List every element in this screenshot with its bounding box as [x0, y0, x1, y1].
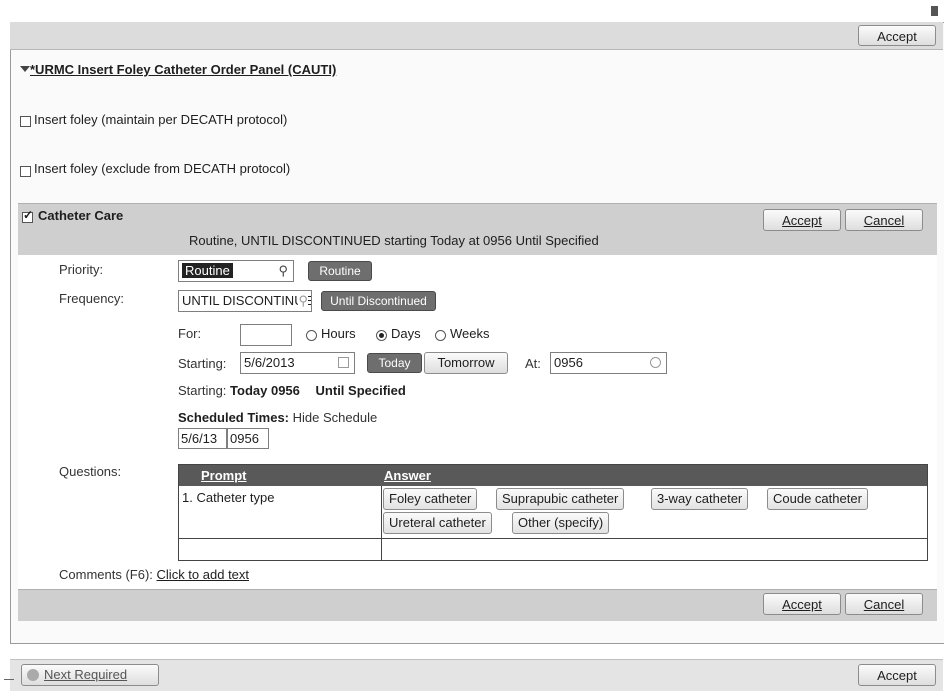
duration-input[interactable]	[240, 324, 292, 346]
starting-label: Starting:	[178, 356, 227, 371]
order-cancel-button[interactable]: Cancel	[845, 209, 923, 231]
bottom-left-tick	[4, 679, 14, 680]
starting-date-value: 5/6/2013	[244, 355, 295, 370]
schedule-time-cell: 0956	[227, 428, 269, 449]
add-comment-link[interactable]: Click to add text	[157, 567, 250, 582]
column-divider	[381, 486, 382, 561]
panel-title[interactable]: *URMC Insert Foley Catheter Order Panel …	[30, 62, 336, 77]
search-icon[interactable]: ⚲	[278, 261, 288, 281]
insert-foley-maintain-checkbox[interactable]	[20, 116, 31, 127]
answer-header: Answer	[384, 468, 431, 483]
starting-summary: Starting: Today 0956 Until Specified	[178, 383, 406, 398]
insert-foley-exclude-label: Insert foley (exclude from DECATH protoc…	[34, 161, 291, 176]
catheter-care-checkbox[interactable]: ✓	[22, 208, 33, 223]
collapse-triangle-icon[interactable]	[20, 66, 30, 72]
order-accept-button[interactable]: Accept	[763, 209, 841, 231]
row-divider	[179, 538, 927, 539]
scheduled-times-label: Scheduled Times:	[178, 410, 290, 425]
next-required-label: Next Required	[44, 667, 128, 682]
arrow-circle-icon	[27, 669, 39, 681]
hours-radio[interactable]	[306, 330, 317, 341]
starting-summary-value: Today 0956	[230, 383, 300, 398]
hide-schedule-link[interactable]: Hide Schedule	[293, 410, 378, 425]
scheduled-times-row: Scheduled Times: Hide Schedule	[178, 410, 377, 425]
tomorrow-button[interactable]: Tomorrow	[424, 352, 508, 374]
checkmark-icon: ✓	[23, 208, 34, 222]
order-summary: Routine, UNTIL DISCONTINUED starting Tod…	[189, 233, 599, 248]
comments-row: Comments (F6): Click to add text	[59, 567, 249, 582]
questions-label: Questions:	[59, 464, 122, 479]
hours-label: Hours	[321, 326, 356, 341]
answer-suprapubic-catheter[interactable]: Suprapubic catheter	[496, 488, 625, 510]
footer-cancel-button[interactable]: Cancel	[845, 593, 923, 615]
weeks-radio[interactable]	[435, 330, 446, 341]
clock-icon[interactable]	[650, 357, 661, 368]
at-time-input[interactable]: 0956	[550, 352, 667, 374]
until-discontinued-button[interactable]: Until Discontinued	[321, 291, 436, 311]
search-icon[interactable]: ⚲	[298, 291, 308, 311]
window-corner-mark	[931, 6, 938, 16]
prompt-header: Prompt	[201, 468, 247, 483]
comments-label: Comments (F6):	[59, 567, 153, 582]
weeks-label: Weeks	[450, 326, 490, 341]
question-prompt: 1. Catheter type	[182, 490, 275, 505]
until-specified-text: Until Specified	[315, 383, 406, 398]
answer-other-specify[interactable]: Other (specify)	[512, 512, 610, 534]
calendar-icon[interactable]	[338, 357, 349, 368]
frequency-label: Frequency:	[59, 291, 125, 306]
insert-foley-exclude-checkbox[interactable]	[20, 166, 31, 177]
frequency-value: UNTIL DISCONTINUED	[182, 293, 312, 308]
answer-coude-catheter[interactable]: Coude catheter	[767, 488, 868, 510]
answer-foley-catheter[interactable]: Foley catheter	[383, 488, 478, 510]
at-label: At:	[525, 356, 541, 371]
starting-summary-label: Starting:	[178, 383, 227, 398]
answer-3-way-catheter[interactable]: 3-way catheter	[651, 488, 749, 510]
insert-foley-maintain-label: Insert foley (maintain per DECATH protoc…	[34, 112, 288, 127]
today-button[interactable]: Today	[367, 353, 422, 373]
days-radio[interactable]	[376, 330, 387, 341]
priority-label: Priority:	[59, 262, 104, 277]
bottom-accept-button[interactable]: Accept	[858, 664, 936, 686]
order-title: Catheter Care	[38, 208, 124, 223]
days-label: Days	[391, 326, 421, 341]
top-accept-button[interactable]: Accept	[858, 25, 936, 46]
footer-accept-button[interactable]: Accept	[763, 593, 841, 615]
answer-ureteral-catheter[interactable]: Ureteral catheter	[383, 512, 492, 534]
table-header-row	[179, 465, 927, 486]
at-time-value: 0956	[554, 355, 583, 370]
for-label: For:	[178, 326, 202, 341]
schedule-date-cell: 5/6/13	[178, 428, 227, 449]
frequency-field[interactable]: UNTIL DISCONTINUED ⚲	[178, 290, 312, 312]
starting-date-input[interactable]: 5/6/2013	[240, 352, 355, 374]
priority-value: Routine	[182, 263, 233, 278]
priority-routine-button[interactable]: Routine	[308, 261, 372, 281]
priority-field[interactable]: Routine ⚲	[178, 260, 294, 282]
next-required-button[interactable]: Next Required	[21, 664, 159, 686]
top-toolbar	[10, 22, 943, 50]
